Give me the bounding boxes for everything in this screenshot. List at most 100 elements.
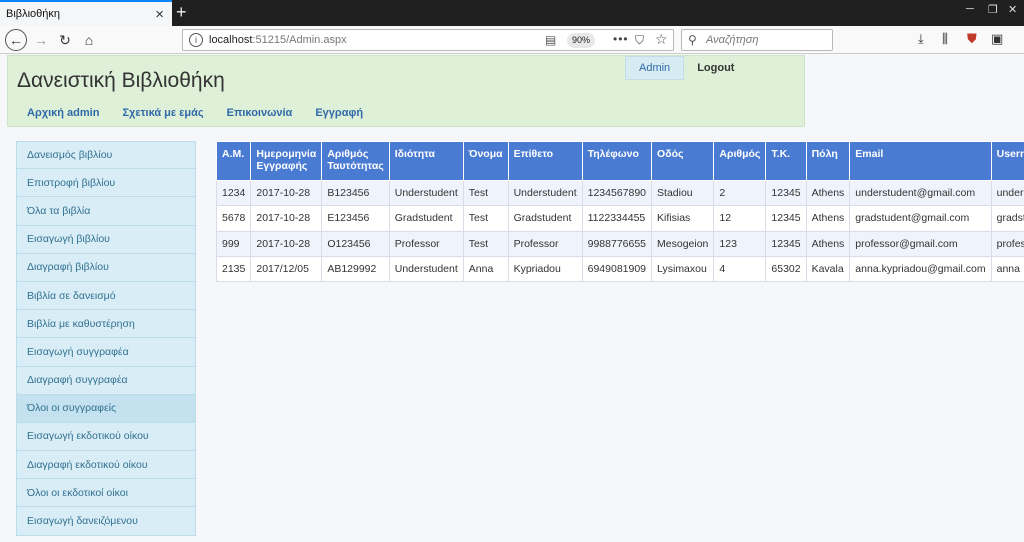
cell-registration-date: 2017-10-28 — [250, 179, 323, 207]
info-icon[interactable]: i — [189, 33, 203, 47]
cell-street: Kifisias — [651, 205, 715, 232]
sidebar-item-add-author[interactable]: Εισαγωγή συγγραφέα — [16, 338, 196, 367]
cell-city: Athens — [805, 205, 851, 232]
cell-postal-code: 65302 — [765, 255, 807, 283]
cell-email: gradstudent@gmail.com — [849, 205, 992, 232]
cell-id-number: E123456 — [321, 205, 390, 232]
cell-postal-code: 12345 — [765, 179, 807, 207]
cell-email: anna.kypriadou@gmail.com — [849, 255, 992, 283]
col-header-role: Ιδιότητα — [388, 141, 464, 181]
cell-first-name: Anna — [462, 255, 509, 283]
nav-about[interactable]: Σχετικά με εμάς — [122, 107, 203, 119]
col-header-id-number: Αριθμός Ταυτότητας — [321, 141, 390, 181]
site-header: Δανειστική Βιβλιοθήκη Αρχική admin Σχετι… — [7, 55, 805, 127]
sidebar-item-all-authors[interactable]: Όλοι οι συγγραφείς — [16, 394, 196, 423]
reload-icon[interactable]: ↻ — [55, 30, 75, 50]
sidebar-item-return-book[interactable]: Επιστροφή βιβλίου — [16, 169, 196, 198]
download-icon[interactable]: ⤓ — [918, 31, 924, 47]
cell-last-name: Understudent — [507, 179, 583, 207]
browser-toolbar: ← → ↻ ⌂ i localhost:51215/Admin.aspx ▤ 9… — [0, 26, 1024, 54]
table-row: 999 2017-10-28 O123456 Professor Test Pr… — [215, 230, 1024, 257]
zoom-level[interactable]: 90% — [567, 33, 595, 48]
cell-phone: 1122334455 — [581, 205, 653, 232]
sidebar-item-all-publishers[interactable]: Όλοι οι εκδοτικοί οίκοι — [16, 479, 196, 508]
sidebar-item-lend-book[interactable]: Δανεισμός βιβλίου — [16, 141, 196, 170]
cell-id-number: O123456 — [321, 230, 390, 257]
tab-bar: Βιβλιοθήκη × + ─ ❐ ✕ — [0, 0, 1024, 26]
cell-first-name: Test — [462, 205, 509, 232]
sidebar-item-add-publisher[interactable]: Εισαγωγή εκδοτικού οίκου — [16, 422, 196, 452]
col-header-postal-code: Τ.Κ. — [765, 141, 807, 181]
sidebar-item-all-books[interactable]: Όλα τα βιβλία — [16, 197, 196, 226]
cell-registration-date: 2017-10-28 — [250, 230, 323, 257]
cell-email: understudent@gmail.com — [849, 179, 992, 207]
cell-street-number: 123 — [713, 230, 767, 257]
sidebar-item-books-on-loan[interactable]: Βιβλία σε δανεισμό — [16, 281, 196, 311]
sidebar-item-delete-book[interactable]: Διαγραφή βιβλίου — [16, 253, 196, 282]
cell-city: Athens — [805, 179, 851, 207]
new-tab-icon[interactable]: + — [176, 2, 187, 23]
cell-am: 2135 — [215, 255, 252, 283]
home-icon[interactable]: ⌂ — [79, 30, 99, 50]
cell-first-name: Test — [462, 179, 509, 207]
cell-last-name: Gradstudent — [507, 205, 583, 232]
search-icon: ⚲ — [688, 33, 697, 47]
col-header-am: Α.Μ. — [215, 141, 252, 181]
cell-street-number: 4 — [713, 255, 767, 283]
top-nav: Αρχική admin Σχετικά με εμάς Επικοινωνία… — [27, 107, 363, 119]
sidebar-item-delete-author[interactable]: Διαγραφή συγγραφέα — [16, 366, 196, 395]
back-icon[interactable]: ← — [5, 29, 27, 51]
cell-street-number: 12 — [713, 205, 767, 232]
sidebar-item-overdue-books[interactable]: Βιβλία με καθυστέρηση — [16, 310, 196, 339]
more-actions-icon[interactable]: ••• — [613, 32, 629, 46]
table-row: 5678 2017-10-28 E123456 Gradstudent Test… — [215, 205, 1024, 232]
sidebar-toggle-icon[interactable]: ▣ — [991, 31, 1003, 47]
window-close-icon[interactable]: ✕ — [1008, 3, 1017, 16]
reader-view-icon[interactable]: ▤ — [545, 33, 556, 47]
site-title: Δανειστική Βιβλιοθήκη — [17, 69, 225, 92]
cell-username: professor — [990, 230, 1024, 257]
sidebar-item-delete-publisher[interactable]: Διαγραφή εκδοτικού οίκου — [16, 451, 196, 480]
cell-city: Athens — [805, 230, 851, 257]
minimize-icon[interactable]: ─ — [966, 3, 974, 15]
cell-street-number: 2 — [713, 179, 767, 207]
cell-street: Mesogeion — [651, 230, 715, 257]
library-icon[interactable]: ⫼ — [942, 31, 948, 47]
ublock-icon[interactable]: ⛊ — [967, 31, 977, 47]
url-bar[interactable]: i localhost:51215/Admin.aspx ▤ 90% ••• ⛉… — [182, 29, 674, 51]
nav-home-admin[interactable]: Αρχική admin — [27, 107, 99, 119]
browser-tab[interactable]: Βιβλιοθήκη × — [0, 0, 172, 26]
close-icon[interactable]: × — [155, 6, 164, 23]
cell-phone: 9988776655 — [581, 230, 653, 257]
table-row: 2135 2017/12/05 AB129992 Understudent An… — [215, 255, 1024, 283]
logout-button[interactable]: Logout — [684, 56, 748, 80]
cell-id-number: B123456 — [321, 179, 390, 207]
sidebar-item-add-book[interactable]: Εισαγωγή βιβλίου — [16, 225, 196, 254]
nav-contact[interactable]: Επικοινωνία — [227, 107, 293, 119]
bookmark-star-icon[interactable]: ☆ — [655, 31, 668, 48]
user-buttons: Admin Logout — [625, 56, 748, 80]
pocket-icon[interactable]: ⛉ — [635, 33, 644, 48]
cell-city: Kavala — [805, 255, 851, 283]
nav-register[interactable]: Εγγραφή — [315, 107, 363, 119]
search-input[interactable]: Αναζήτηση — [706, 34, 758, 46]
cell-id-number: AB129992 — [321, 255, 390, 283]
cell-postal-code: 12345 — [765, 205, 807, 232]
col-header-email: Email — [849, 141, 992, 181]
maximize-icon[interactable]: ❐ — [988, 3, 998, 16]
admin-button[interactable]: Admin — [625, 56, 685, 80]
col-header-last-name: Επίθετο — [507, 141, 583, 181]
col-header-username: Username — [990, 141, 1024, 181]
col-header-city: Πόλη — [805, 141, 851, 181]
cell-username: understudent — [990, 179, 1024, 207]
forward-icon[interactable]: → — [31, 30, 51, 50]
sidebar-item-add-borrower[interactable]: Εισαγωγή δανειζόμενου — [16, 507, 196, 536]
search-bar[interactable]: ⚲ Αναζήτηση — [681, 29, 833, 51]
cell-street: Lysimaxou — [651, 255, 715, 283]
cell-role: Understudent — [388, 255, 464, 283]
cell-am: 1234 — [215, 179, 252, 207]
members-table: Α.Μ. Ημερομηνία Εγγραφής Αριθμός Ταυτότη… — [215, 141, 1024, 283]
cell-username: gradstudent — [990, 205, 1024, 232]
url-host: localhost — [209, 34, 253, 46]
cell-am: 5678 — [215, 205, 252, 232]
